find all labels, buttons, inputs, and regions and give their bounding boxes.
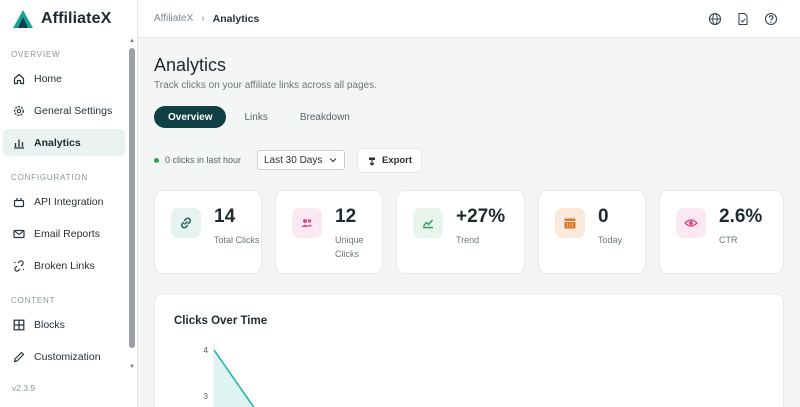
breadcrumb-current: Analytics bbox=[212, 12, 260, 25]
stat-value: 14 bbox=[214, 206, 236, 227]
sidebar: AffiliateX OVERVIEW Home General Setting… bbox=[0, 0, 138, 407]
y-tick-label: 3 bbox=[203, 391, 208, 401]
sidebar-item-label: API Integration bbox=[34, 195, 104, 208]
stat-label: Total Clicks bbox=[214, 235, 260, 245]
sidebar-item-blocks[interactable]: Blocks bbox=[3, 311, 125, 338]
stat-label: Unique Clicks bbox=[335, 235, 364, 259]
tab-bar: Overview Links Breakdown bbox=[154, 106, 368, 128]
page-subtitle: Track clicks on your affiliate links acr… bbox=[154, 80, 377, 91]
stat-value: +27% bbox=[456, 206, 506, 227]
y-tick-label: 4 bbox=[203, 345, 208, 355]
brand[interactable]: AffiliateX bbox=[0, 0, 137, 38]
export-button[interactable]: Export bbox=[357, 148, 422, 173]
sidebar-item-general-settings[interactable]: General Settings bbox=[3, 97, 125, 124]
sidebar-item-label: Broken Links bbox=[34, 259, 95, 272]
chevron-down-icon bbox=[329, 158, 337, 163]
document-icon[interactable] bbox=[736, 12, 750, 26]
sidebar-item-email-reports[interactable]: Email Reports bbox=[3, 220, 125, 247]
globe-icon[interactable] bbox=[708, 12, 722, 26]
export-icon bbox=[368, 157, 375, 166]
live-status: 0 clicks in last hour bbox=[154, 155, 241, 165]
sidebar-item-label: Email Reports bbox=[34, 227, 100, 240]
eye-icon bbox=[676, 208, 706, 238]
stat-value: 0 bbox=[598, 206, 609, 227]
users-icon bbox=[292, 208, 322, 238]
sidebar-item-broken-links[interactable]: Broken Links bbox=[3, 252, 125, 279]
main-content: Analytics Track clicks on your affiliate… bbox=[138, 38, 800, 407]
broken-link-icon bbox=[12, 259, 25, 272]
stat-card-ctr: 2.6% CTR bbox=[659, 190, 784, 274]
stat-label: Trend bbox=[456, 235, 480, 245]
trend-up-icon bbox=[413, 208, 443, 238]
gear-icon bbox=[12, 104, 25, 117]
sidebar-scrollbar[interactable] bbox=[129, 48, 135, 348]
section-label-configuration: CONFIGURATION bbox=[11, 173, 88, 182]
sidebar-item-label: Home bbox=[34, 72, 63, 85]
topbar: AffiliateX › Analytics bbox=[138, 0, 800, 38]
version-label: v2.3.9 bbox=[12, 383, 36, 393]
stat-card-today: 0 Today bbox=[538, 190, 646, 274]
section-label-overview: OVERVIEW bbox=[11, 50, 61, 59]
status-dot-icon bbox=[154, 157, 159, 163]
sidebar-item-label: General Settings bbox=[34, 104, 113, 117]
sidebar-item-home[interactable]: Home bbox=[3, 65, 125, 92]
stat-label: CTR bbox=[719, 235, 738, 245]
sidebar-item-label: Blocks bbox=[34, 318, 65, 331]
tab-breakdown[interactable]: Breakdown bbox=[286, 106, 364, 128]
date-range-value: Last 30 Days bbox=[264, 154, 323, 166]
mail-icon bbox=[12, 227, 25, 240]
link-icon bbox=[171, 208, 201, 238]
breadcrumb-root[interactable]: AffiliateX bbox=[154, 13, 193, 24]
home-icon bbox=[12, 72, 25, 85]
sidebar-item-label: Customization bbox=[34, 350, 101, 363]
plug-icon bbox=[12, 195, 25, 208]
pencil-icon bbox=[12, 350, 25, 363]
clicks-line-chart: 43 bbox=[203, 344, 255, 407]
tab-links[interactable]: Links bbox=[230, 106, 281, 128]
sidebar-item-customization[interactable]: Customization bbox=[3, 343, 125, 370]
stat-card-total-clicks: 14 Total Clicks bbox=[154, 190, 262, 274]
affiliatex-logo-icon bbox=[13, 10, 33, 28]
brand-name: AffiliateX bbox=[41, 10, 112, 27]
help-icon[interactable] bbox=[764, 12, 778, 26]
stat-value: 2.6% bbox=[719, 206, 763, 227]
stat-card-trend: +27% Trend bbox=[396, 190, 525, 274]
scroll-up-arrow-icon[interactable]: ▲ bbox=[129, 38, 135, 44]
tab-overview[interactable]: Overview bbox=[154, 106, 227, 128]
page-title: Analytics bbox=[154, 55, 227, 75]
scroll-down-arrow-icon[interactable]: ▼ bbox=[129, 364, 135, 370]
stat-value: 12 bbox=[335, 206, 357, 227]
section-label-content: CONTENT bbox=[11, 296, 56, 305]
stat-card-unique-clicks: 12 Unique Clicks bbox=[275, 190, 383, 274]
grid-icon bbox=[12, 318, 25, 331]
sidebar-item-analytics[interactable]: Analytics bbox=[3, 129, 125, 156]
breadcrumb-separator: › bbox=[201, 13, 205, 24]
clicks-over-time-card: Clicks Over Time 43 bbox=[154, 293, 784, 407]
bar-chart-icon bbox=[12, 136, 25, 149]
status-text: 0 clicks in last hour bbox=[165, 155, 242, 165]
stat-label: Today bbox=[598, 235, 623, 245]
breadcrumb: AffiliateX › Analytics bbox=[154, 13, 259, 25]
export-label: Export bbox=[381, 155, 413, 166]
sidebar-item-api-integration[interactable]: API Integration bbox=[3, 188, 125, 215]
date-range-select[interactable]: Last 30 Days bbox=[257, 150, 345, 170]
calendar-icon bbox=[555, 208, 585, 238]
sidebar-item-label: Analytics bbox=[34, 136, 81, 149]
